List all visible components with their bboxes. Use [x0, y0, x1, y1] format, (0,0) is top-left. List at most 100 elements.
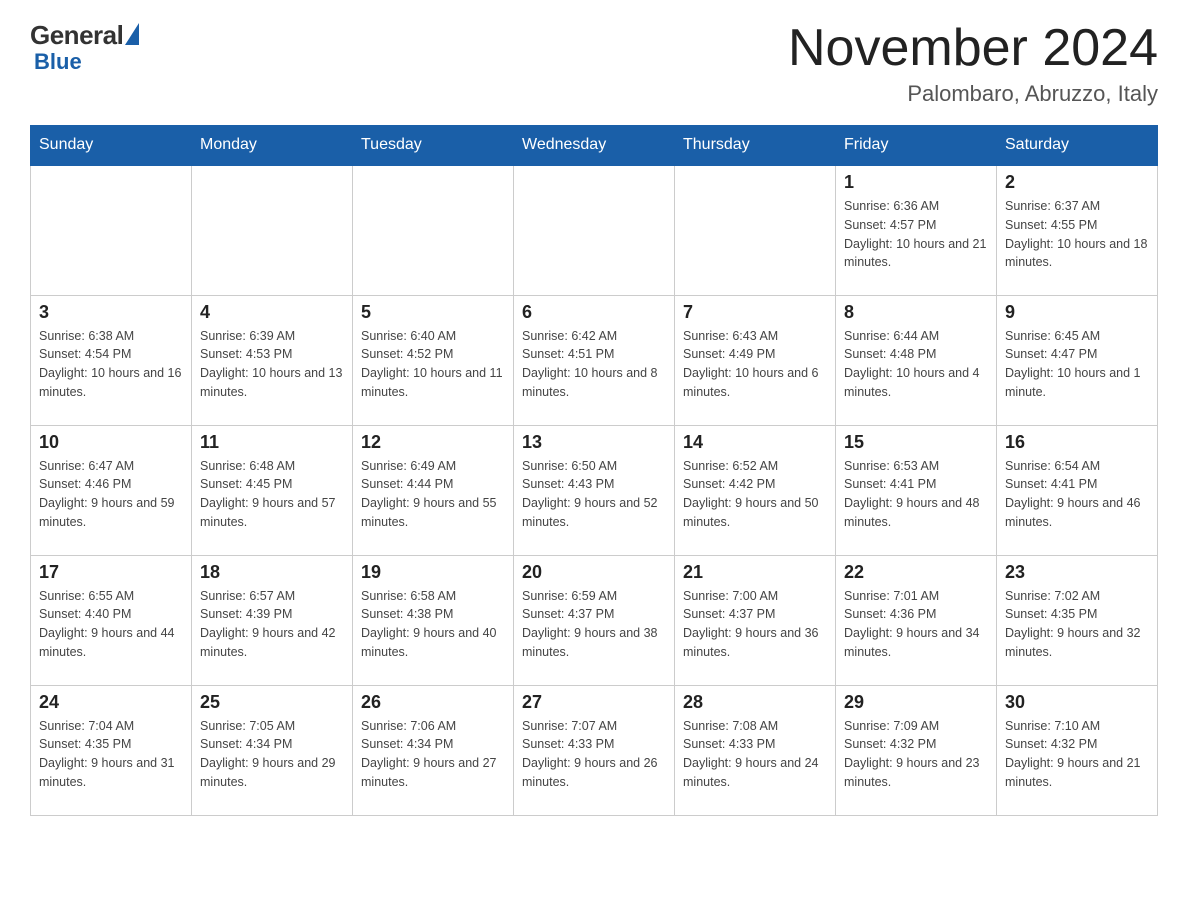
calendar-table: SundayMondayTuesdayWednesdayThursdayFrid…	[30, 125, 1158, 816]
week-row-4: 17 Sunrise: 6:55 AMSunset: 4:40 PMDayligh…	[31, 555, 1158, 685]
day-number: 10	[39, 432, 183, 453]
week-row-2: 3 Sunrise: 6:38 AMSunset: 4:54 PMDaylight…	[31, 295, 1158, 425]
day-info: Sunrise: 6:53 AMSunset: 4:41 PMDaylight:…	[844, 457, 988, 532]
week-row-5: 24 Sunrise: 7:04 AMSunset: 4:35 PMDayligh…	[31, 685, 1158, 815]
page-header: General Blue November 2024 Palombaro, Ab…	[30, 20, 1158, 107]
logo: General Blue	[30, 20, 139, 75]
month-title: November 2024	[788, 20, 1158, 77]
day-of-week-thursday: Thursday	[675, 126, 836, 166]
calendar-cell	[675, 165, 836, 295]
day-info: Sunrise: 6:55 AMSunset: 4:40 PMDaylight:…	[39, 587, 183, 662]
day-info: Sunrise: 6:52 AMSunset: 4:42 PMDaylight:…	[683, 457, 827, 532]
logo-blue-text: Blue	[34, 49, 82, 75]
calendar-cell: 25 Sunrise: 7:05 AMSunset: 4:34 PMDayligh…	[192, 685, 353, 815]
day-number: 11	[200, 432, 344, 453]
calendar-cell: 22 Sunrise: 7:01 AMSunset: 4:36 PMDayligh…	[836, 555, 997, 685]
calendar-cell: 23 Sunrise: 7:02 AMSunset: 4:35 PMDayligh…	[997, 555, 1158, 685]
day-number: 15	[844, 432, 988, 453]
calendar-cell: 27Sunrise: 7:07 AMSunset: 4:33 PMDayligh…	[514, 685, 675, 815]
calendar-cell: 18 Sunrise: 6:57 AMSunset: 4:39 PMDayligh…	[192, 555, 353, 685]
day-number: 27	[522, 692, 666, 713]
calendar-cell: 26Sunrise: 7:06 AMSunset: 4:34 PMDayligh…	[353, 685, 514, 815]
calendar-cell: 19 Sunrise: 6:58 AMSunset: 4:38 PMDayligh…	[353, 555, 514, 685]
calendar-cell: 14 Sunrise: 6:52 AMSunset: 4:42 PMDayligh…	[675, 425, 836, 555]
day-info: Sunrise: 7:10 AMSunset: 4:32 PMDaylight:…	[1005, 717, 1149, 792]
location-title: Palombaro, Abruzzo, Italy	[788, 81, 1158, 107]
day-number: 22	[844, 562, 988, 583]
calendar-cell: 16 Sunrise: 6:54 AMSunset: 4:41 PMDayligh…	[997, 425, 1158, 555]
day-number: 19	[361, 562, 505, 583]
day-number: 16	[1005, 432, 1149, 453]
day-number: 14	[683, 432, 827, 453]
day-info: Sunrise: 6:47 AMSunset: 4:46 PMDaylight:…	[39, 457, 183, 532]
day-number: 21	[683, 562, 827, 583]
calendar-cell: 13 Sunrise: 6:50 AMSunset: 4:43 PMDayligh…	[514, 425, 675, 555]
calendar-cell: 28 Sunrise: 7:08 AMSunset: 4:33 PMDayligh…	[675, 685, 836, 815]
calendar-cell: 29Sunrise: 7:09 AMSunset: 4:32 PMDayligh…	[836, 685, 997, 815]
calendar-cell: 8 Sunrise: 6:44 AMSunset: 4:48 PMDaylight…	[836, 295, 997, 425]
calendar-cell: 24 Sunrise: 7:04 AMSunset: 4:35 PMDayligh…	[31, 685, 192, 815]
day-info: Sunrise: 6:49 AMSunset: 4:44 PMDaylight:…	[361, 457, 505, 532]
calendar-cell	[353, 165, 514, 295]
day-of-week-monday: Monday	[192, 126, 353, 166]
calendar-cell: 1 Sunrise: 6:36 AMSunset: 4:57 PMDaylight…	[836, 165, 997, 295]
day-number: 7	[683, 302, 827, 323]
day-number: 30	[1005, 692, 1149, 713]
calendar-cell	[514, 165, 675, 295]
calendar-cell	[31, 165, 192, 295]
day-number: 4	[200, 302, 344, 323]
calendar-cell: 9Sunrise: 6:45 AMSunset: 4:47 PMDaylight…	[997, 295, 1158, 425]
day-number: 23	[1005, 562, 1149, 583]
day-info: Sunrise: 6:50 AMSunset: 4:43 PMDaylight:…	[522, 457, 666, 532]
day-info: Sunrise: 7:04 AMSunset: 4:35 PMDaylight:…	[39, 717, 183, 792]
calendar-header: SundayMondayTuesdayWednesdayThursdayFrid…	[31, 126, 1158, 166]
day-of-week-saturday: Saturday	[997, 126, 1158, 166]
day-number: 25	[200, 692, 344, 713]
calendar-cell: 4Sunrise: 6:39 AMSunset: 4:53 PMDaylight…	[192, 295, 353, 425]
day-number: 2	[1005, 172, 1149, 193]
day-info: Sunrise: 6:58 AMSunset: 4:38 PMDaylight:…	[361, 587, 505, 662]
week-row-3: 10 Sunrise: 6:47 AMSunset: 4:46 PMDayligh…	[31, 425, 1158, 555]
week-row-1: 1 Sunrise: 6:36 AMSunset: 4:57 PMDaylight…	[31, 165, 1158, 295]
calendar-cell: 3 Sunrise: 6:38 AMSunset: 4:54 PMDaylight…	[31, 295, 192, 425]
calendar-cell: 5Sunrise: 6:40 AMSunset: 4:52 PMDaylight…	[353, 295, 514, 425]
day-number: 28	[683, 692, 827, 713]
day-number: 13	[522, 432, 666, 453]
calendar-cell: 21Sunrise: 7:00 AMSunset: 4:37 PMDayligh…	[675, 555, 836, 685]
day-info: Sunrise: 6:36 AMSunset: 4:57 PMDaylight:…	[844, 197, 988, 272]
calendar-cell: 2Sunrise: 6:37 AMSunset: 4:55 PMDaylight…	[997, 165, 1158, 295]
day-number: 17	[39, 562, 183, 583]
calendar-cell: 10 Sunrise: 6:47 AMSunset: 4:46 PMDayligh…	[31, 425, 192, 555]
day-info: Sunrise: 7:02 AMSunset: 4:35 PMDaylight:…	[1005, 587, 1149, 662]
calendar-cell: 12Sunrise: 6:49 AMSunset: 4:44 PMDayligh…	[353, 425, 514, 555]
calendar-cell: 7 Sunrise: 6:43 AMSunset: 4:49 PMDaylight…	[675, 295, 836, 425]
calendar-cell: 15 Sunrise: 6:53 AMSunset: 4:41 PMDayligh…	[836, 425, 997, 555]
calendar-cell: 17 Sunrise: 6:55 AMSunset: 4:40 PMDayligh…	[31, 555, 192, 685]
calendar-cell: 6Sunrise: 6:42 AMSunset: 4:51 PMDaylight…	[514, 295, 675, 425]
day-info: Sunrise: 6:38 AMSunset: 4:54 PMDaylight:…	[39, 327, 183, 402]
day-info: Sunrise: 6:45 AMSunset: 4:47 PMDaylight:…	[1005, 327, 1149, 402]
day-info: Sunrise: 7:08 AMSunset: 4:33 PMDaylight:…	[683, 717, 827, 792]
day-info: Sunrise: 6:48 AMSunset: 4:45 PMDaylight:…	[200, 457, 344, 532]
day-number: 20	[522, 562, 666, 583]
day-number: 26	[361, 692, 505, 713]
day-info: Sunrise: 6:54 AMSunset: 4:41 PMDaylight:…	[1005, 457, 1149, 532]
day-info: Sunrise: 6:44 AMSunset: 4:48 PMDaylight:…	[844, 327, 988, 402]
calendar-cell: 30 Sunrise: 7:10 AMSunset: 4:32 PMDayligh…	[997, 685, 1158, 815]
day-info: Sunrise: 6:57 AMSunset: 4:39 PMDaylight:…	[200, 587, 344, 662]
day-info: Sunrise: 6:42 AMSunset: 4:51 PMDaylight:…	[522, 327, 666, 402]
day-info: Sunrise: 6:43 AMSunset: 4:49 PMDaylight:…	[683, 327, 827, 402]
day-number: 8	[844, 302, 988, 323]
logo-triangle-icon	[125, 23, 139, 45]
day-info: Sunrise: 7:01 AMSunset: 4:36 PMDaylight:…	[844, 587, 988, 662]
day-info: Sunrise: 7:05 AMSunset: 4:34 PMDaylight:…	[200, 717, 344, 792]
day-number: 24	[39, 692, 183, 713]
day-number: 18	[200, 562, 344, 583]
logo-general-text: General	[30, 20, 123, 51]
day-number: 1	[844, 172, 988, 193]
day-number: 3	[39, 302, 183, 323]
calendar-cell: 11 Sunrise: 6:48 AMSunset: 4:45 PMDayligh…	[192, 425, 353, 555]
day-of-week-friday: Friday	[836, 126, 997, 166]
day-number: 29	[844, 692, 988, 713]
day-info: Sunrise: 6:40 AMSunset: 4:52 PMDaylight:…	[361, 327, 505, 402]
